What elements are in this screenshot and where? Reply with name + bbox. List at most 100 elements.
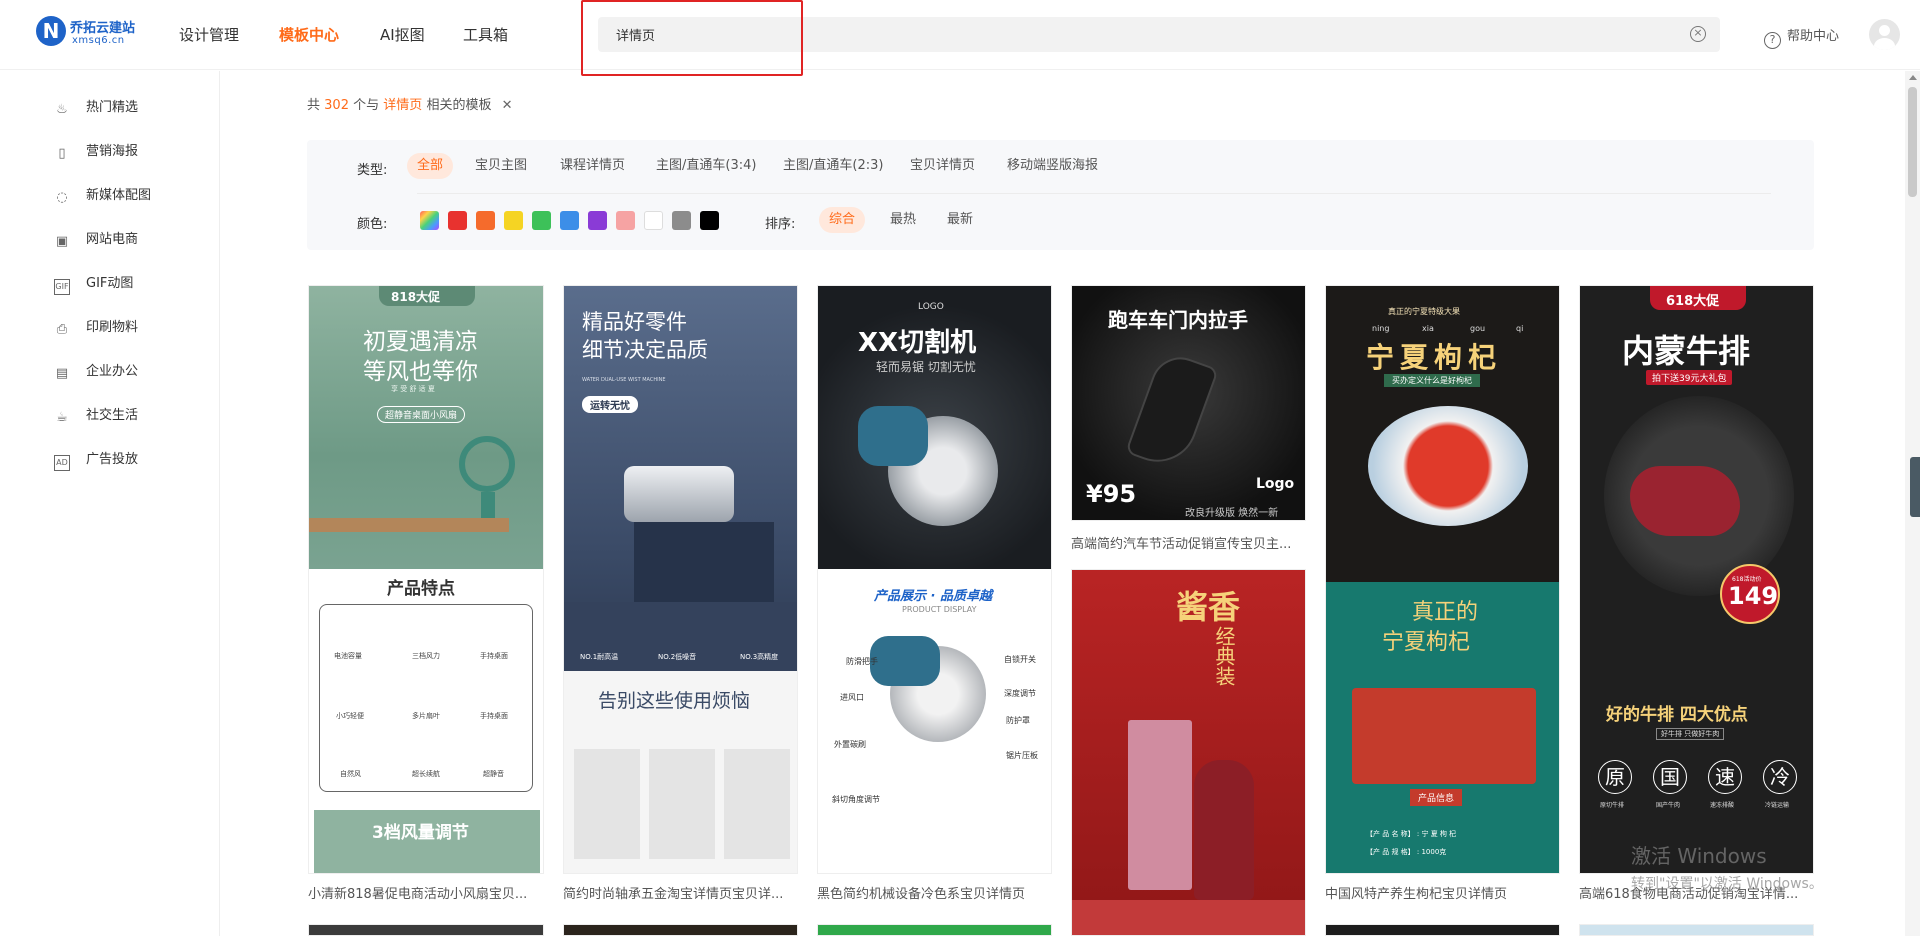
site-logo[interactable]: N 乔拓云建站 xmsq6.cn [36,16,146,54]
search-input[interactable] [616,17,1656,52]
chat-icon: ◌ [56,190,68,205]
flame-icon: ♨ [56,102,68,117]
fan-features-title: 产品特点 [387,579,455,599]
nav-toolbox[interactable]: 工具箱 [463,24,508,45]
template-card-next-1[interactable] [308,924,544,936]
logo-title: 乔拓云建站 [70,21,136,36]
steak-char: 速 [1708,760,1742,794]
cup-icon: ☕ [56,410,68,425]
nav-design-manage[interactable]: 设计管理 [179,24,239,45]
template-card-goji[interactable]: 真正的宁夏特级大果 ning xia gou qi 宁夏枸杞 买办定义什么是好枸… [1325,285,1560,874]
template-card-next-5[interactable] [1325,924,1560,936]
sidebar-item-ads[interactable]: AD 广告投放 [54,448,138,472]
sidebar-item-gif[interactable]: GIF GIF动图 [54,272,133,296]
type-chip-main-3-4[interactable]: 主图/直通车(3:4) [646,153,766,179]
type-chip-main-2-3[interactable]: 主图/直通车(2:3) [773,153,893,179]
steak-price: 149 [1728,582,1779,610]
type-chip-mobile-poster[interactable]: 移动端竖版海报 [997,153,1108,179]
sidebar-item-hot[interactable]: ♨ 热门精选 [54,96,138,120]
template-caption-saw[interactable]: 黑色简约机械设备冷色系宝贝详情页 [817,883,1053,902]
saw-label: 进风口 [840,693,864,702]
poster-icon: ▯ [58,146,66,161]
template-card-valve[interactable]: 精品好零件 细节决定品质 WATER DUAL-USE WIST MACHINE… [563,285,798,874]
goji-pinyin: xia [1422,324,1434,333]
valve-stat: NO.3高精度 [740,653,779,661]
color-swatch-blue[interactable] [560,211,579,230]
sidebar-item-label: 新媒体配图 [86,188,152,203]
sidebar-item-label: 印刷物料 [86,320,139,335]
sidebar-item-label: 热门精选 [86,100,139,115]
category-sidebar: ♨ 热门精选 ▯ 营销海报 ◌ 新媒体配图 ▣ 网站电商 GIF GIF动图 ⎙ 印刷物料 … [0,71,220,936]
template-caption-car-handle[interactable]: 高端简约汽车节活动促销宣传宝贝主... [1071,533,1307,552]
color-swatch-gray[interactable] [672,211,691,230]
color-swatch-yellow[interactable] [504,211,523,230]
template-card-saw[interactable]: LOGO XX切割机 轻而易锯 切割无忧 产品展示 · 品质卓越 PRODUCT… [817,285,1052,874]
template-card-next-3[interactable] [817,924,1052,936]
color-swatch-black[interactable] [700,211,719,230]
goji-pinyin: ning [1372,324,1390,333]
clear-search-icon[interactable]: × [1690,26,1706,42]
sidebar-item-label: 企业办公 [86,364,139,379]
sidebar-item-social[interactable]: ☕ 社交生活 [54,404,138,428]
color-swatch-white[interactable] [644,211,663,230]
color-swatch-red[interactable] [448,211,467,230]
valve-small: WATER DUAL-USE WIST MACHINE [582,377,666,383]
sidebar-item-new-media[interactable]: ◌ 新媒体配图 [54,184,151,208]
type-chip-main-image[interactable]: 宝贝主图 [465,153,537,179]
color-swatch-green[interactable] [532,211,551,230]
steak-badge: 618大促 [1666,294,1720,309]
color-swatch-orange[interactable] [476,211,495,230]
sidebar-item-office[interactable]: ▤ 企业办公 [54,360,138,384]
template-card-car-handle[interactable]: 跑车车门内拉手 ¥95 Logo 改良升级版 焕然一新 [1071,285,1306,521]
sort-chip-comprehensive[interactable]: 综合 [819,207,866,233]
template-card-steak[interactable]: 618大促 内蒙牛排 拍下送39元大礼包 618活动价 149 好的牛排 四大优… [1579,285,1814,874]
fan-photo: 818大促 初夏遇清凉 等风也等你 享 受 舒 适 夏 超静音桌面小风扇 [309,286,543,569]
sidebar-item-print[interactable]: ⎙ 印刷物料 [54,316,138,340]
saw-logo: LOGO [918,302,944,312]
help-center-link[interactable]: ? 帮助中心 [1764,25,1839,49]
template-caption-fan[interactable]: 小清新818暑促电商活动小风扇宝贝... [308,883,544,902]
template-card-next-2[interactable] [563,924,798,936]
template-caption-goji[interactable]: 中国风特产养生枸杞宝贝详情页 [1325,883,1561,902]
result-summary: 共 302 个与 详情页 相关的模板 ✕ [307,94,513,113]
nav-template-center[interactable]: 模板中心 [279,24,339,45]
color-swatch-all[interactable] [420,211,439,230]
floating-side-tab[interactable] [1910,457,1920,517]
type-chip-course-detail[interactable]: 课程详情页 [550,153,635,179]
fan-feature: 自然风 [340,770,361,778]
gif-icon: GIF [54,279,70,295]
watermark-line-1: 激活 Windows [1631,844,1767,868]
windows-activation-watermark: 激活 Windows 转到"设置"以激活 Windows。 [1631,840,1823,893]
template-card-fan[interactable]: 818大促 初夏遇清凉 等风也等你 享 受 舒 适 夏 超静音桌面小风扇 产品特… [308,285,544,874]
sort-chip-newest[interactable]: 最新 [937,207,983,233]
valve-subtitle: 告别这些使用烦恼 [598,690,751,712]
fan-title-2: 等风也等你 [363,359,478,385]
type-chip-all[interactable]: 全部 [407,153,454,179]
steak-char: 国 [1653,760,1687,794]
scroll-up-arrow-icon[interactable] [1909,75,1917,80]
type-chip-item-detail[interactable]: 宝贝详情页 [900,153,985,179]
valve-title-2: 细节决定品质 [582,338,708,362]
saw-title: XX切割机 [858,328,977,358]
fan-feature: 超长续航 [412,770,440,778]
sort-chip-hottest[interactable]: 最热 [880,207,926,233]
template-caption-valve[interactable]: 简约时尚轴承五金淘宝详情页宝贝详... [563,883,799,902]
color-swatch-purple[interactable] [588,211,607,230]
saw-label: 自锁开关 [1004,655,1036,664]
steak-small: 好牛排 只做好牛肉 [1656,728,1725,740]
user-avatar[interactable] [1869,19,1900,50]
sidebar-item-label: 营销海报 [86,144,139,159]
valve-title-1: 精品好零件 [582,310,687,334]
clear-keyword-icon[interactable]: ✕ [502,98,513,113]
logo-subtitle: xmsq6.cn [72,35,125,46]
sidebar-item-ecommerce[interactable]: ▣ 网站电商 [54,228,138,252]
nav-ai-cutout[interactable]: AI抠图 [380,24,425,45]
color-swatch-pink[interactable] [616,211,635,230]
template-card-next-6[interactable] [1579,924,1814,936]
template-card-liquor[interactable]: 酱香 经典装 [1071,569,1306,936]
scroll-thumb[interactable] [1908,87,1917,197]
fan-pill: 超静音桌面小风扇 [377,406,466,423]
steak-char-label: 原切牛排 [1600,802,1625,809]
sidebar-item-poster[interactable]: ▯ 营销海报 [54,140,138,164]
goji-title: 宁夏枸杞 [1366,341,1503,374]
